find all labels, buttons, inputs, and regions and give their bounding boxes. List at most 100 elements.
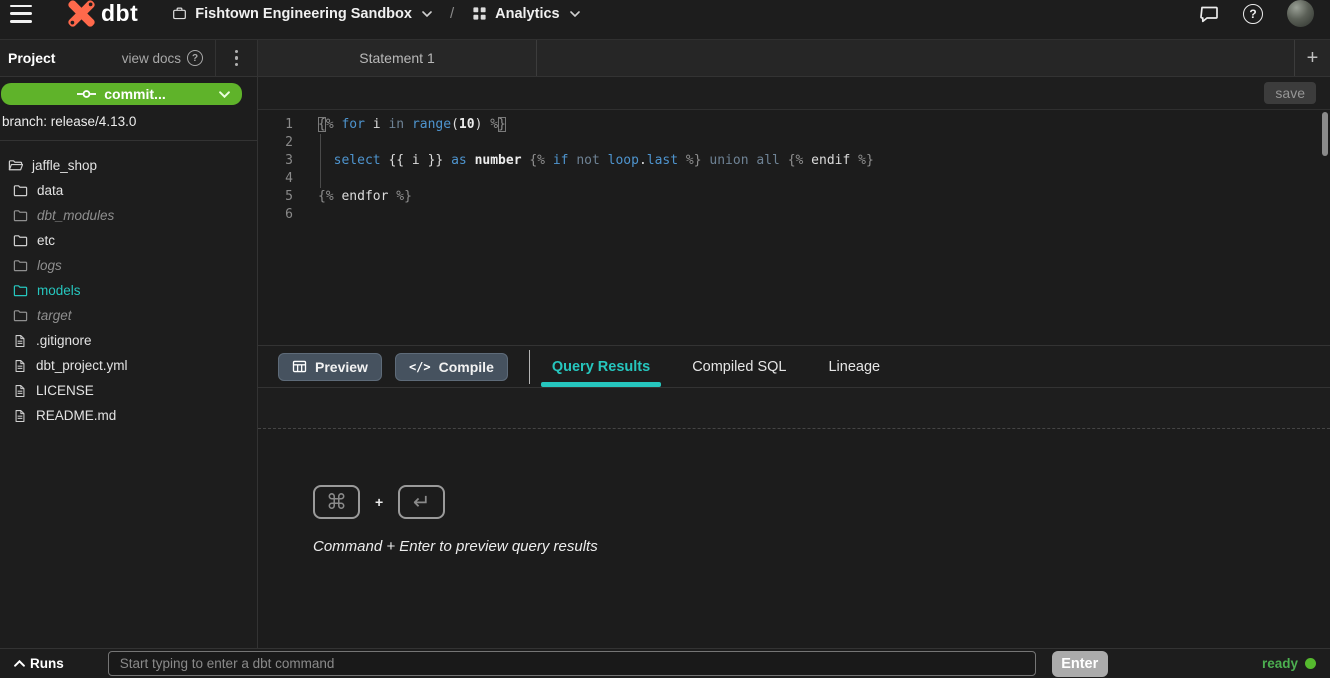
code-text [300,206,318,224]
results-panel-toolbar: Preview </> Compile Query Results Compil… [258,345,1330,388]
code-token: endfor [341,189,388,204]
indent-guide [320,134,321,188]
tree-item-logs[interactable]: logs [0,253,257,278]
code-token: %} [686,153,702,168]
kebab-menu-icon[interactable] [215,40,257,76]
code-token [678,153,686,168]
code-token: . [639,153,647,168]
enter-button[interactable]: Enter [1052,651,1108,677]
help-icon[interactable]: ? [1243,4,1263,24]
code-token [443,153,451,168]
user-avatar[interactable] [1287,0,1314,27]
dbt-cloud-ide: dbt Fishtown Engineering Sandbox / Analy… [0,0,1330,678]
code-line: 3 select {{ i }} as number {% if not loo… [258,152,1330,170]
tree-item-label: etc [37,233,55,248]
tree-item-data[interactable]: data [0,178,257,203]
code-text: {% for i in range(10) %} [300,116,506,134]
tree-item-etc[interactable]: etc [0,228,257,253]
dbt-command-input[interactable] [108,651,1036,676]
tab-query-results[interactable]: Query Results [552,346,650,387]
tab-query-results-label: Query Results [552,359,650,375]
tree-item-label: target [37,308,72,323]
ready-status-label: ready [1262,656,1298,671]
tab-compiled-sql[interactable]: Compiled SQL [692,346,786,387]
tab-label: Statement 1 [359,50,435,66]
code-token: for [341,117,364,132]
code-line: 2 [258,134,1330,152]
tree-item-dbt-modules[interactable]: dbt_modules [0,203,257,228]
new-tab-button[interactable]: + [1294,40,1330,76]
tree-item-readme-md[interactable]: README.md [0,403,257,428]
chevron-down-icon [422,11,432,17]
code-lines: 1{% for i in range(10) %}23 select {{ i … [258,116,1330,224]
runs-label: Runs [30,656,64,671]
toolbar-divider [529,350,530,384]
file-icon [13,384,27,398]
hamburger-menu-icon[interactable] [10,5,36,23]
compile-button-label: Compile [439,359,494,375]
code-token: number [475,153,522,168]
code-token: {% [318,189,341,204]
sidebar-title: Project [8,50,55,66]
code-token: if [553,153,569,168]
plus-separator: + [375,494,383,510]
code-token: loop [608,153,639,168]
chat-icon[interactable] [1199,4,1219,24]
tree-item-dbt-project-yml[interactable]: dbt_project.yml [0,353,257,378]
save-button[interactable]: save [1264,82,1316,104]
folder-icon [13,308,28,323]
compile-button[interactable]: </> Compile [395,353,508,381]
commit-button[interactable]: commit... [1,83,242,105]
code-token [467,153,475,168]
file-tree: jaffle_shopdata dbt_modulesetc logsmodels t… [0,140,257,428]
tree-item-label: README.md [36,408,116,423]
editor-toolbar: save [258,77,1330,110]
active-tab-underline [541,382,661,387]
editor-scrollbar-thumb[interactable] [1322,112,1328,156]
code-token: {% [788,153,811,168]
runs-toggle[interactable]: Runs [14,656,64,671]
code-token: select [334,153,381,168]
folder-icon [13,233,28,248]
chevron-down-icon [219,91,230,98]
project-sidebar: Project view docs ? commit... branch: re… [0,40,258,648]
code-token [600,153,608,168]
code-line: 6 [258,206,1330,224]
tab-lineage[interactable]: Lineage [828,346,880,387]
tree-item-label: data [37,183,63,198]
tab-bar-spacer [537,40,1294,76]
code-token: union all [709,153,779,168]
top-navigation-bar: dbt Fishtown Engineering Sandbox / Analy… [0,0,1330,40]
file-icon [13,359,27,373]
tab-lineage-label: Lineage [828,359,880,375]
preview-button[interactable]: Preview [278,353,382,381]
tree-item-license[interactable]: LICENSE [0,378,257,403]
code-token: % [490,117,498,132]
tree-item-target[interactable]: target [0,303,257,328]
preview-button-label: Preview [315,359,368,375]
code-token: ( [451,117,459,132]
code-icon: </> [409,360,431,374]
query-results-empty-state: ⌘ + ↵ Command + Enter to preview query r… [258,429,1330,648]
editor-tab-bar: Statement 1 + [258,40,1330,77]
table-icon [292,359,307,374]
code-token: %} [396,189,412,204]
tree-item-jaffle-shop[interactable]: jaffle_shop [0,153,257,178]
editor-pane: Statement 1 + save 1{% for i in range(10… [258,40,1330,648]
project-selector[interactable]: Fishtown Engineering Sandbox [172,6,432,22]
environment-selector[interactable]: Analytics [472,6,579,22]
tree-item--gitignore[interactable]: .gitignore [0,328,257,353]
code-token [404,117,412,132]
tree-item-label: dbt_project.yml [36,358,128,373]
view-docs-label: view docs [122,51,181,66]
tab-statement-1[interactable]: Statement 1 [258,40,537,76]
tree-item-models[interactable]: models [0,278,257,303]
ready-status: ready [1262,656,1316,671]
dbt-logo[interactable]: dbt [66,0,138,29]
code-editor[interactable]: 1{% for i in range(10) %}23 select {{ i … [258,110,1330,345]
code-token: as [451,153,467,168]
line-number: 1 [258,116,300,134]
view-docs-link[interactable]: view docs ? [122,50,203,66]
code-token: not [576,153,599,168]
project-selector-label: Fishtown Engineering Sandbox [195,6,412,22]
